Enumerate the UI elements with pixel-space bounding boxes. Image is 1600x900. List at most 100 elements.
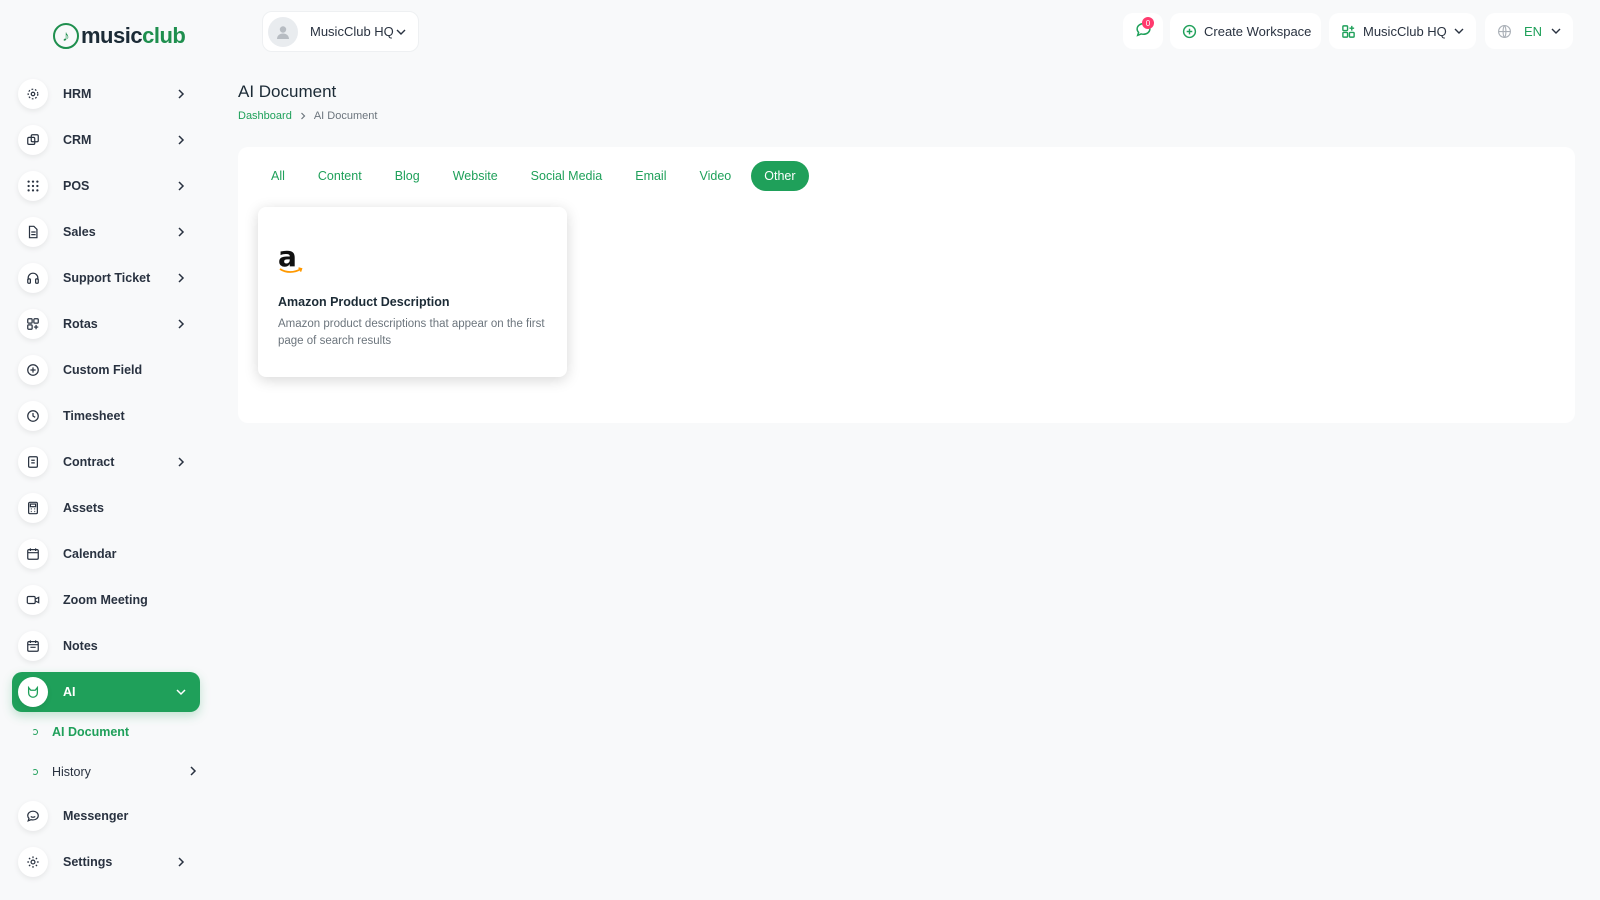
bullet-icon	[32, 769, 38, 775]
chevron-right-icon	[176, 857, 186, 867]
sidebar-subitem-ai-document[interactable]: AI Document	[32, 720, 129, 744]
chevron-right-icon	[300, 112, 306, 120]
sidebar-item-label: Custom Field	[63, 363, 143, 377]
category-tabs: All Content Blog Website Social Media Em…	[258, 161, 816, 191]
chevron-down-icon	[396, 23, 406, 41]
ai-icon	[18, 677, 48, 707]
sidebar-item-settings[interactable]: Settings	[12, 842, 200, 882]
sidebar-item-label: Zoom Meeting	[63, 593, 148, 607]
sidebar-item-label: Calendar	[63, 547, 117, 561]
globe-icon	[1497, 24, 1512, 39]
sidebar-item-timesheet[interactable]: Timesheet	[12, 396, 200, 436]
contract-icon	[18, 447, 48, 477]
tab-content[interactable]: Content	[305, 161, 375, 191]
bullet-icon	[32, 729, 38, 735]
document-template-card[interactable]: a Amazon Product Description Amazon prod…	[258, 207, 567, 377]
hrm-icon	[18, 79, 48, 109]
sidebar-item-crm[interactable]: CRM	[12, 120, 200, 160]
document-template-title: Amazon Product Description	[278, 295, 450, 309]
calculator-icon	[18, 493, 48, 523]
workspace-menu[interactable]: MusicClub HQ	[1329, 13, 1476, 49]
sidebar-item-label: Timesheet	[63, 409, 125, 423]
tab-social-media[interactable]: Social Media	[518, 161, 616, 191]
apps-icon	[18, 309, 48, 339]
crm-icon	[18, 125, 48, 155]
sidebar-item-label: POS	[63, 179, 90, 193]
sidebar-item-ai[interactable]: AI	[12, 672, 200, 712]
clock-icon	[18, 401, 48, 431]
sidebar-item-pos[interactable]: POS	[12, 166, 200, 206]
tab-video[interactable]: Video	[687, 161, 745, 191]
chevron-down-icon	[1454, 27, 1464, 35]
sidebar-item-zoom-meeting[interactable]: Zoom Meeting	[12, 580, 200, 620]
sidebar-item-label: Sales	[63, 225, 96, 239]
create-workspace-label: Create Workspace	[1204, 23, 1312, 39]
chevron-right-icon	[189, 763, 197, 781]
brand-logo-mark: ♪	[53, 23, 79, 49]
plus-circle-icon	[1182, 24, 1197, 39]
sidebar-subitem-history[interactable]: History	[32, 760, 197, 784]
ai-document-panel: All Content Blog Website Social Media Em…	[238, 147, 1575, 423]
messages-button[interactable]: 0	[1123, 13, 1163, 49]
document-template-description: Amazon product descriptions that appear …	[278, 318, 545, 347]
sidebar-item-rotas[interactable]: Rotas	[12, 304, 200, 344]
notes-icon	[18, 631, 48, 661]
workspace-apps-icon	[1341, 24, 1356, 39]
messages-badge: 0	[1142, 17, 1154, 29]
sidebar-item-label: AI	[63, 685, 76, 699]
sidebar-subitem-label: History	[52, 765, 91, 779]
sidebar-item-custom-field[interactable]: Custom Field	[12, 350, 200, 390]
grid-icon	[18, 171, 48, 201]
tab-all[interactable]: All	[258, 161, 298, 191]
chevron-right-icon	[176, 89, 186, 99]
chevron-right-icon	[176, 227, 186, 237]
sidebar-item-support-ticket[interactable]: Support Ticket	[12, 258, 200, 298]
plus-circle-icon	[18, 355, 48, 385]
sidebar-item-assets[interactable]: Assets	[12, 488, 200, 528]
sidebar-item-sales[interactable]: Sales	[12, 212, 200, 252]
amazon-logo: a	[278, 243, 308, 279]
file-icon	[18, 217, 48, 247]
sidebar-item-label: Support Ticket	[63, 271, 151, 285]
headphones-icon	[18, 263, 48, 293]
tab-other[interactable]: Other	[751, 161, 809, 191]
sidebar-item-label: Rotas	[63, 317, 98, 331]
breadcrumb-dashboard-link[interactable]: Dashboard	[238, 110, 292, 122]
chevron-down-icon	[1551, 27, 1561, 35]
sidebar-item-label: Assets	[63, 501, 104, 515]
sidebar-item-hrm[interactable]: HRM	[12, 74, 200, 114]
brand-name-part2: club	[142, 23, 186, 48]
breadcrumb: Dashboard AI Document	[238, 110, 377, 122]
sidebar-item-label: Messenger	[63, 809, 129, 823]
sidebar-item-messenger[interactable]: Messenger	[12, 796, 200, 836]
brand-name-part1: music	[81, 23, 143, 48]
sidebar-item-notes[interactable]: Notes	[12, 626, 200, 666]
workspace-switcher[interactable]: MusicClub HQ	[262, 11, 419, 52]
sidebar-item-calendar[interactable]: Calendar	[12, 534, 200, 574]
sidebar: ♪ musicclub HRM CRM POS Sales Support Ti…	[0, 0, 212, 900]
sidebar-item-label: Contract	[63, 455, 115, 469]
chevron-right-icon	[176, 273, 186, 283]
tab-blog[interactable]: Blog	[382, 161, 433, 191]
gear-icon	[18, 847, 48, 877]
amazon-smile-icon	[279, 267, 303, 273]
workspace-menu-label: MusicClub HQ	[1363, 23, 1447, 39]
sidebar-item-label: Settings	[63, 855, 113, 869]
create-workspace-button[interactable]: Create Workspace	[1170, 13, 1321, 49]
brand-logo[interactable]: ♪ musicclub	[53, 21, 186, 51]
chevron-right-icon	[176, 135, 186, 145]
chevron-right-icon	[176, 181, 186, 191]
sidebar-item-label: HRM	[63, 87, 92, 101]
chat-icon	[18, 801, 48, 831]
video-icon	[18, 585, 48, 615]
sidebar-subitem-label: AI Document	[52, 725, 130, 739]
chevron-down-icon	[176, 687, 186, 697]
tab-email[interactable]: Email	[622, 161, 679, 191]
chevron-right-icon	[176, 319, 186, 329]
language-selector[interactable]: EN	[1485, 13, 1573, 49]
sidebar-item-contract[interactable]: Contract	[12, 442, 200, 482]
tab-website[interactable]: Website	[440, 161, 511, 191]
user-avatar-icon	[268, 16, 298, 47]
sidebar-item-label: CRM	[63, 133, 92, 147]
sidebar-item-label: Notes	[63, 639, 98, 653]
